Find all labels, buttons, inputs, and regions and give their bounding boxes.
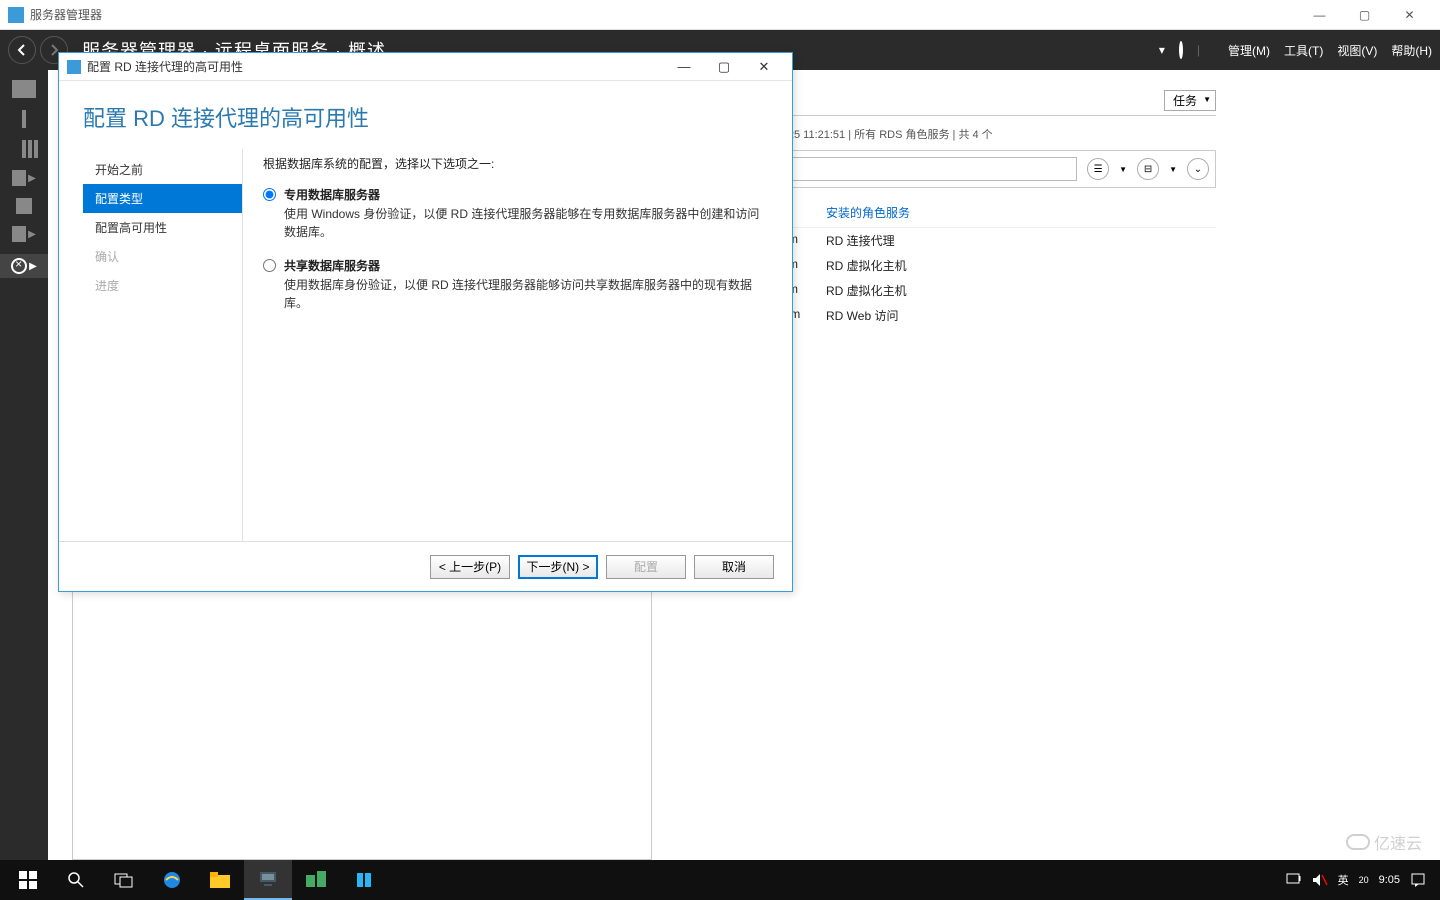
ime-indicator[interactable]: 英: [1338, 872, 1349, 888]
configure-button: 配置: [606, 555, 686, 579]
tasks-dropdown[interactable]: 任务: [1164, 90, 1216, 111]
menu-manage[interactable]: 管理(M): [1228, 42, 1270, 59]
step-confirm: 确认: [83, 242, 242, 271]
menu-help[interactable]: 帮助(H): [1391, 42, 1432, 59]
cloud-icon: [1346, 834, 1370, 850]
dialog-maximize-button[interactable]: ▢: [704, 53, 744, 81]
configure-ha-dialog: 配置 RD 连接代理的高可用性 — ▢ ✕ 配置 RD 连接代理的高可用性 开始…: [58, 52, 793, 592]
server-manager-taskbar-icon[interactable]: [244, 860, 292, 900]
sidebar-item-rds[interactable]: ▶: [12, 226, 36, 242]
menu-tools[interactable]: 工具(T): [1284, 42, 1323, 59]
menu-view[interactable]: 视图(V): [1337, 42, 1377, 59]
watermark: 亿速云: [1346, 830, 1422, 854]
filter-save-icon[interactable]: ⊟: [1137, 158, 1159, 180]
step-progress: 进度: [83, 271, 242, 300]
nav-back-button[interactable]: [8, 36, 36, 64]
next-button[interactable]: 下一步(N) >: [518, 555, 598, 579]
sidebar-item-file[interactable]: ▶: [12, 170, 36, 186]
step-ha[interactable]: 配置高可用性: [83, 213, 242, 242]
notification-icon[interactable]: [1410, 872, 1426, 888]
start-button[interactable]: [4, 860, 52, 900]
opt2-label: 共享数据库服务器: [284, 257, 768, 274]
option-shared[interactable]: 共享数据库服务器 使用数据库身份验证，以便 RD 连接代理服务器能够访问共享数据…: [263, 257, 768, 312]
window-title: 服务器管理器: [30, 6, 1297, 23]
sidebar-all-icon[interactable]: [22, 140, 26, 158]
maximize-button[interactable]: ▢: [1342, 0, 1387, 30]
sidebar-dashboard-icon[interactable]: [12, 80, 36, 98]
minimize-button[interactable]: —: [1297, 0, 1342, 30]
radio-dedicated[interactable]: [263, 188, 276, 201]
clock[interactable]: 9:05: [1379, 874, 1400, 886]
col-role[interactable]: 安装的角色服务: [826, 204, 910, 221]
explorer-icon[interactable]: [196, 860, 244, 900]
sidebar-item-selected[interactable]: ▶: [0, 254, 48, 278]
prev-button[interactable]: < 上一步(P): [430, 555, 510, 579]
dialog-icon: [67, 60, 81, 74]
sidebar: ▶ ▶ ▶: [0, 70, 48, 860]
app-icon: [8, 7, 24, 23]
wizard-steps: 开始之前 配置类型 配置高可用性 确认 进度: [83, 149, 243, 541]
taskbar-app-2[interactable]: [340, 860, 388, 900]
dialog-close-button[interactable]: ✕: [744, 53, 784, 81]
opt1-label: 专用数据库服务器: [284, 186, 768, 203]
taskbar: 英 20 9:05: [0, 860, 1440, 900]
sidebar-item-iis[interactable]: [16, 198, 32, 214]
dialog-title: 配置 RD 连接代理的高可用性: [87, 58, 664, 75]
cancel-button[interactable]: 取消: [694, 555, 774, 579]
filter-options-icon[interactable]: ☰: [1087, 158, 1109, 180]
header-dropdown-icon[interactable]: ▾: [1159, 43, 1165, 57]
dialog-minimize-button[interactable]: —: [664, 53, 704, 81]
option-dedicated[interactable]: 专用数据库服务器 使用 Windows 身份验证，以便 RD 连接代理服务器能够…: [263, 186, 768, 241]
content-intro: 根据数据库系统的配置，选择以下选项之一:: [263, 155, 768, 172]
taskbar-app-1[interactable]: [292, 860, 340, 900]
task-view-icon[interactable]: [100, 860, 148, 900]
close-button[interactable]: ✕: [1387, 0, 1432, 30]
taskbar-search-icon[interactable]: [52, 860, 100, 900]
sidebar-local-icon[interactable]: [22, 110, 26, 128]
step-before[interactable]: 开始之前: [83, 155, 242, 184]
tray-volume-icon[interactable]: [1312, 873, 1328, 887]
step-type[interactable]: 配置类型: [83, 184, 242, 213]
opt1-desc: 使用 Windows 身份验证，以便 RD 连接代理服务器能够在专用数据库服务器…: [284, 205, 768, 241]
ie-icon[interactable]: [148, 860, 196, 900]
window-title-bar: 服务器管理器 — ▢ ✕: [0, 0, 1440, 30]
tray-network-icon[interactable]: [1286, 873, 1302, 887]
dialog-heading: 配置 RD 连接代理的高可用性: [59, 81, 792, 149]
refresh-icon[interactable]: [1179, 43, 1183, 57]
radio-shared[interactable]: [263, 259, 276, 272]
opt2-desc: 使用数据库身份验证，以便 RD 连接代理服务器能够访问共享数据库服务器中的现有数…: [284, 276, 768, 312]
ime-year: 20: [1359, 875, 1369, 885]
expand-chevron-icon[interactable]: ⌄: [1187, 158, 1209, 180]
